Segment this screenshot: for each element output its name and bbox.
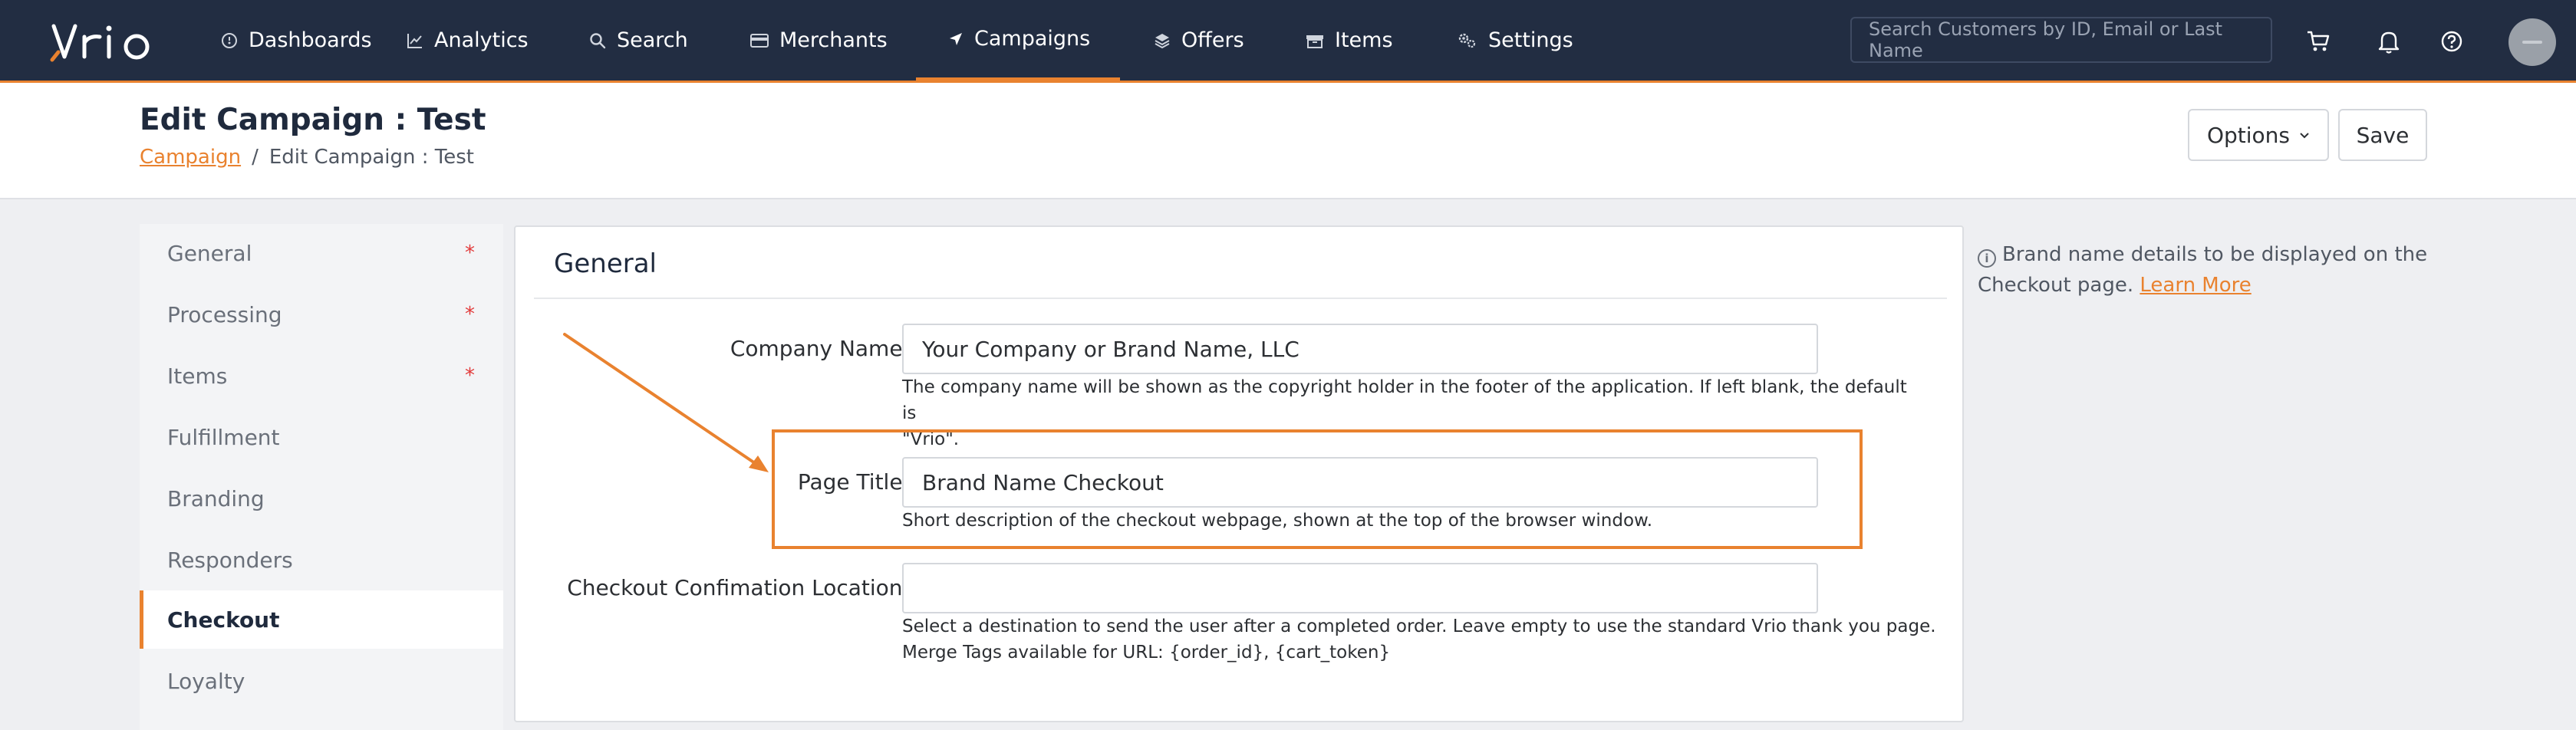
gear-icon [1458, 32, 1477, 49]
nav-dashboards[interactable]: Dashboards [221, 0, 372, 81]
nav-merchants[interactable]: Merchants [750, 0, 888, 81]
nav-label: Offers [1181, 28, 1244, 52]
help-icon[interactable] [2436, 26, 2467, 57]
nav-label: Items [1335, 28, 1393, 52]
options-label: Options [2206, 122, 2291, 148]
avatar-placeholder-mark [2522, 41, 2542, 44]
save-button[interactable]: Save [2338, 109, 2427, 161]
cart-icon[interactable] [2303, 26, 2334, 57]
sidebar-item-responders[interactable]: Responders [140, 531, 503, 589]
brand-info-note: i Brand name details to be displayed on t… [1978, 239, 2438, 301]
company-name-help-line: The company name will be shown as the co… [902, 377, 1907, 423]
required-marker: * [465, 364, 475, 387]
chart-icon [407, 32, 423, 49]
sidebar-item-processing[interactable]: Processing * [140, 285, 503, 344]
learn-more-link[interactable]: Learn More [2140, 274, 2251, 297]
card-icon [750, 33, 769, 48]
customer-search-input[interactable]: Search Customers by ID, Email or Last Na… [1850, 17, 2272, 63]
nav-label: Search [617, 28, 688, 52]
breadcrumb-campaign-link[interactable]: Campaign [140, 146, 241, 169]
sidebar-item-label: Checkout [167, 607, 280, 633]
box-icon [1306, 33, 1324, 48]
sidebar-item-label: Items [167, 363, 228, 389]
layers-icon [1154, 32, 1171, 49]
sidebar-item-label: Loyalty [167, 668, 245, 694]
company-name-value: Your Company or Brand Name, LLC [922, 336, 1300, 362]
breadcrumb: Campaign / Edit Campaign : Test [140, 146, 474, 169]
sidebar-item-label: General [167, 240, 252, 266]
confirmation-help-line: Merge Tags available for URL: {order_id}… [902, 643, 1391, 663]
card-divider [534, 298, 1947, 299]
sidebar-item-label: Processing [167, 301, 282, 327]
send-icon [948, 31, 964, 47]
info-icon: i [1978, 249, 1996, 268]
confirmation-help-line: Select a destination to send the user af… [902, 617, 1936, 636]
sidebar-item-checkout[interactable]: Checkout [140, 590, 503, 649]
card-title: General [554, 248, 657, 279]
page-title: Edit Campaign : Test [140, 103, 486, 137]
required-marker: * [465, 303, 475, 326]
confirmation-location-label: Checkout Confimation Location: [567, 575, 910, 600]
confirmation-location-field[interactable] [902, 563, 1818, 613]
vrio-logo[interactable] [49, 20, 172, 63]
nav-label: Merchants [779, 28, 888, 52]
nav-settings[interactable]: Settings [1458, 0, 1573, 81]
page-header: Edit Campaign : Test Campaign / Edit Campa… [0, 83, 2576, 199]
vrio-logo-mark [50, 24, 150, 62]
sidebar-item-label: Responders [167, 547, 293, 573]
dashboard-icon [221, 32, 238, 49]
sidebar-item-label: Branding [167, 485, 265, 511]
required-marker: * [465, 242, 475, 265]
bell-icon[interactable] [2373, 26, 2404, 57]
search-icon [589, 32, 606, 49]
sidebar-item-label: Fulfillment [167, 424, 280, 450]
nav-items[interactable]: Items [1306, 0, 1393, 81]
nav-analytics[interactable]: Analytics [407, 0, 529, 81]
avatar[interactable] [2508, 18, 2556, 66]
breadcrumb-separator: / [252, 146, 259, 169]
breadcrumb-current: Edit Campaign : Test [268, 146, 474, 169]
sidebar-item-general[interactable]: General * [140, 224, 503, 282]
nav-label: Settings [1488, 28, 1573, 52]
page-title-highlight-box [772, 429, 1863, 549]
search-placeholder: Search Customers by ID, Email or Last Na… [1869, 18, 2223, 61]
sidebar-item-items[interactable]: Items * [140, 347, 503, 405]
nav-search[interactable]: Search [589, 0, 688, 81]
sidebar-item-loyalty[interactable]: Loyalty [140, 652, 503, 710]
confirmation-location-help: Select a destination to send the user af… [902, 613, 1945, 666]
top-navbar: Dashboards Analytics Search Merchants Ca… [0, 0, 2576, 83]
nav-offers[interactable]: Offers [1154, 0, 1244, 81]
nav-label: Analytics [434, 28, 529, 52]
sidebar-item-branding[interactable]: Branding [140, 469, 503, 528]
campaign-section-sidebar: General * Processing * Items * Fulfillme… [140, 224, 503, 730]
sidebar-item-fulfillment[interactable]: Fulfillment [140, 408, 503, 466]
options-dropdown-button[interactable]: Options [2188, 109, 2329, 161]
chevron-down-icon [2299, 128, 2310, 143]
nav-label: Dashboards [249, 28, 372, 52]
annotation-arrow-icon [563, 333, 769, 472]
company-name-field[interactable]: Your Company or Brand Name, LLC [902, 324, 1818, 374]
nav-campaigns[interactable]: Campaigns [916, 0, 1120, 81]
nav-label: Campaigns [974, 27, 1091, 51]
